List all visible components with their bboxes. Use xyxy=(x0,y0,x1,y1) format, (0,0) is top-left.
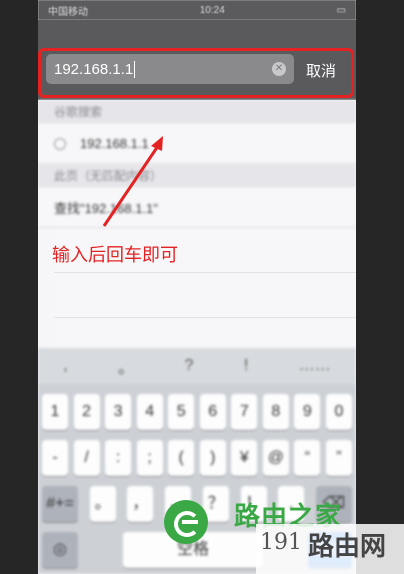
annotation-text: 输入后回车即可 xyxy=(52,245,178,265)
watermark: 路由之家 191 路由网 xyxy=(160,490,404,574)
site-name: 路由网 xyxy=(308,531,387,561)
arrow-icon xyxy=(102,136,163,227)
site-number: 191 xyxy=(260,530,302,555)
brand-logo-icon xyxy=(164,500,208,544)
